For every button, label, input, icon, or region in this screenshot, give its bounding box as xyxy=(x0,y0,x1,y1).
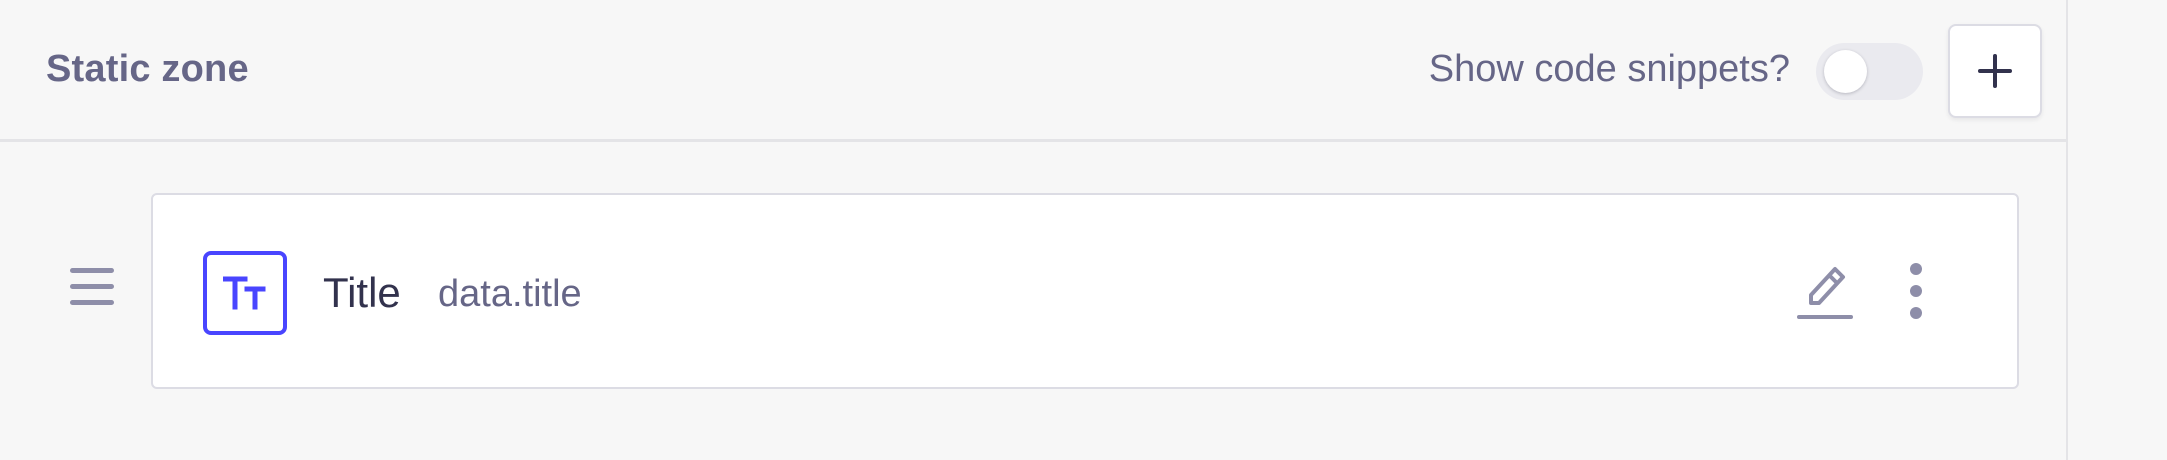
drag-handle-icon[interactable] xyxy=(70,266,114,308)
field-name: Title xyxy=(323,269,401,316)
show-code-snippets-label: Show code snippets? xyxy=(1428,48,1790,90)
static-zone-header: Static zone Show code snippets? xyxy=(0,0,2066,142)
field-row-title[interactable]: Title data.title xyxy=(151,193,2019,389)
toggle-knob xyxy=(1824,50,1867,93)
more-actions-button[interactable] xyxy=(1903,261,1929,321)
pencil-icon xyxy=(1797,267,1853,319)
static-zone-panel: Static zone Show code snippets? Title da… xyxy=(0,0,2068,460)
text-icon xyxy=(203,251,287,335)
show-code-snippets-toggle[interactable] xyxy=(1816,43,1923,100)
edit-field-button[interactable] xyxy=(1797,261,1853,323)
right-gutter xyxy=(2070,0,2167,460)
field-api-path: data.title xyxy=(438,273,582,315)
zone-title: Static zone xyxy=(46,48,249,90)
plus-icon xyxy=(1978,54,2012,88)
add-field-button[interactable] xyxy=(1948,24,2042,118)
more-vertical-icon xyxy=(1910,263,1922,319)
